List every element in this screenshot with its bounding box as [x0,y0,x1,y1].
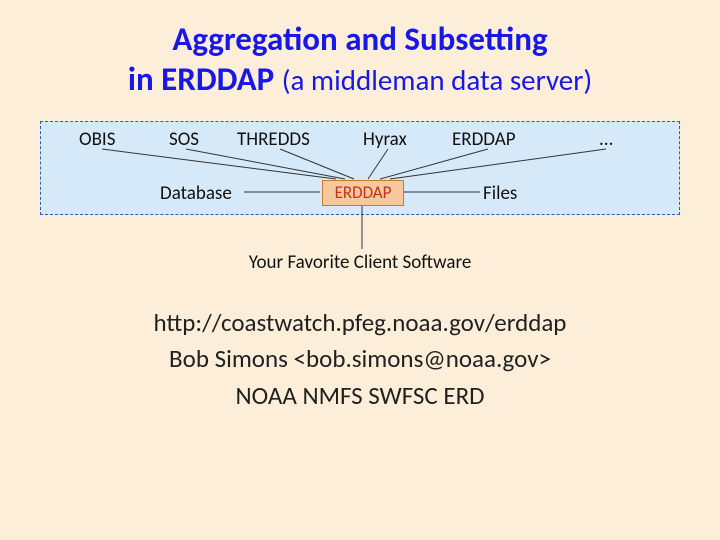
footer-block: http://coastwatch.pfeg.noaa.gov/erddap B… [0,305,720,414]
source-sos: SOS [169,128,199,151]
source-more: ... [599,128,613,151]
erddap-center-node: ERDDAP [322,180,404,206]
footer-author: Bob Simons <bob.simons@noaa.gov> [0,341,720,377]
slide-title: Aggregation and Subsetting in ERDDAP (a … [0,0,720,99]
sources-box: OBIS SOS THREDDS Hyrax ERDDAP ... Databa… [40,121,680,215]
footer-url: http://coastwatch.pfeg.noaa.gov/erddap [0,305,720,341]
input-database: Database [160,182,232,205]
footer-org: NOAA NMFS SWFSC ERD [0,378,720,414]
source-hyrax: Hyrax [363,128,407,151]
input-files: Files [483,182,517,205]
source-obis: OBIS [79,128,115,151]
client-software-label: Your Favorite Client Software [40,251,680,274]
title-line1: Aggregation and Subsetting [0,20,720,60]
source-thredds: THREDDS [237,128,310,151]
source-erddap: ERDDAP [452,128,516,151]
title-line2: in ERDDAP (a middleman data server) [0,60,720,100]
architecture-diagram: OBIS SOS THREDDS Hyrax ERDDAP ... Databa… [40,121,680,215]
